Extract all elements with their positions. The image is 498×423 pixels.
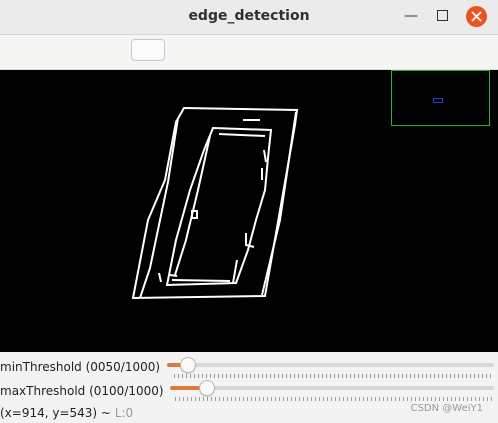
watermark: CSDN @WeiY1 bbox=[410, 403, 483, 414]
min-threshold-slider[interactable] bbox=[167, 357, 494, 373]
cursor-coordinates: (x=914, y=543) ~ bbox=[0, 406, 111, 420]
maximize-icon[interactable] bbox=[437, 10, 448, 21]
minimize-icon[interactable]: — bbox=[403, 8, 419, 24]
level-indicator: L:0 bbox=[114, 406, 134, 420]
window-title: edge_detection bbox=[188, 8, 310, 24]
max-threshold-thumb[interactable] bbox=[199, 380, 215, 396]
max-threshold-slider[interactable] bbox=[170, 380, 494, 396]
toolbar bbox=[0, 35, 498, 70]
min-threshold-label: minThreshold (0050/1000) bbox=[0, 360, 161, 374]
max-threshold-label: maxThreshold (0100/1000) bbox=[0, 384, 164, 398]
min-threshold-ticks bbox=[174, 374, 492, 378]
close-icon bbox=[471, 11, 482, 22]
max-threshold-ticks bbox=[175, 397, 492, 401]
title-bar: edge_detection — bbox=[0, 0, 498, 35]
status-bar: (x=914, y=543) ~ L:0 bbox=[0, 406, 133, 420]
minimap-viewport[interactable] bbox=[433, 98, 443, 103]
toolbar-button[interactable] bbox=[131, 39, 165, 61]
min-threshold-thumb[interactable] bbox=[180, 357, 196, 373]
close-button[interactable] bbox=[466, 6, 487, 27]
image-canvas[interactable] bbox=[0, 70, 498, 352]
minimap bbox=[391, 70, 490, 126]
